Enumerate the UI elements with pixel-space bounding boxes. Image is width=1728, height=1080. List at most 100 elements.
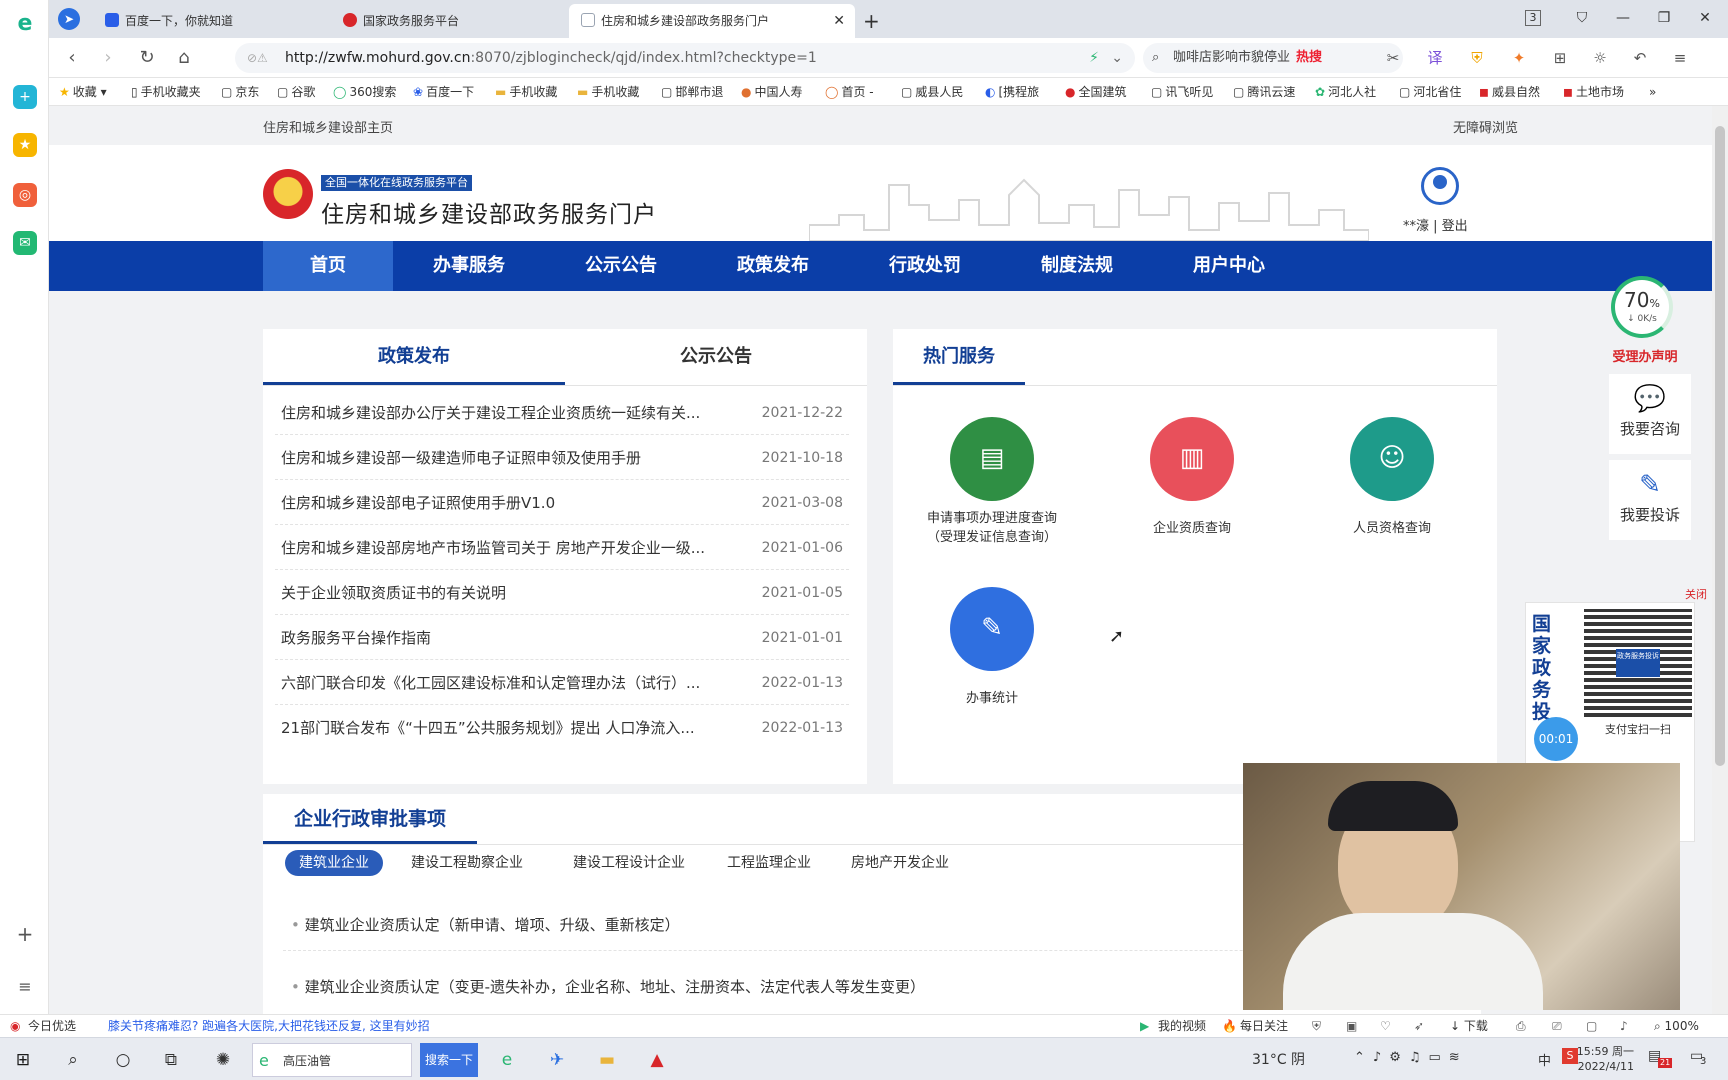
taskbar-search-button[interactable]: 搜索一下 — [420, 1043, 478, 1077]
bookmark-favorites[interactable]: ★ 收藏 ▾ — [59, 78, 107, 106]
weibo-icon[interactable]: ◎ — [13, 183, 37, 207]
shirt-skin-icon[interactable]: ⛉ — [1568, 6, 1596, 30]
bookmark-item[interactable]: ✿ 河北人社 — [1315, 78, 1376, 106]
close-window-icon[interactable]: ✕ — [1691, 6, 1719, 30]
subtab-construction[interactable]: 建筑业企业 — [285, 850, 383, 876]
logout-link[interactable]: 登出 — [1442, 219, 1468, 234]
translate-page-icon[interactable]: ⎚ — [1552, 1015, 1562, 1037]
game-icon[interactable]: ✦ — [1508, 47, 1530, 69]
my-videos[interactable]: 我的视频 — [1158, 1015, 1206, 1037]
minimize-icon[interactable]: — — [1609, 6, 1637, 30]
bookmark-item[interactable]: ◯ 360搜索 — [333, 78, 396, 106]
service-statistics[interactable]: ✎ 办事统计 — [907, 587, 1077, 708]
shield-coin-icon[interactable]: ⛨ — [1466, 47, 1488, 69]
notification-icon[interactable]: ▤ 21 — [1648, 1048, 1673, 1068]
download-link[interactable]: ↓ 下载 — [1450, 1015, 1488, 1037]
bookmark-item[interactable]: ◼ 土地市场 — [1563, 78, 1624, 106]
new-tab-button[interactable]: + — [857, 4, 887, 38]
list-item[interactable]: 住房和城乡建设部办公厅关于建设工程企业资质统一延续有关... 2021-12-22 — [275, 391, 849, 435]
bookmark-item[interactable]: ◯ 首页 - — [825, 78, 874, 106]
bookmark-item[interactable]: ● 中国人寿 — [741, 78, 803, 106]
menu-icon[interactable]: ≡ — [1669, 47, 1691, 69]
ime-icon[interactable]: 中 — [1538, 1050, 1551, 1069]
home-icon[interactable]: ⌂ — [171, 46, 197, 70]
heart-icon[interactable]: ♡ — [1380, 1015, 1391, 1037]
forward-icon[interactable]: › — [95, 46, 121, 70]
subtab-real-estate[interactable]: 房地产开发企业 — [837, 850, 963, 876]
rocket-icon[interactable]: ➶ — [1414, 1015, 1424, 1037]
browser-taskbar-icon[interactable]: e — [494, 1047, 520, 1073]
approval-item[interactable]: 建筑业企业资质认定（新申请、增项、升级、重新核定） — [291, 914, 680, 935]
subtab-supervision[interactable]: 工程监理企业 — [713, 850, 825, 876]
timer-bubble[interactable]: 00:01 — [1534, 717, 1578, 761]
list-item[interactable]: 21部门联合发布《“十四五”公共服务规划》提出 人口净流入... 2022-01-… — [275, 706, 849, 750]
search-input[interactable]: ⌕ 咖啡店影响市貌停业 热搜 — [1143, 43, 1403, 73]
favorites-star-icon[interactable]: ★ — [13, 133, 37, 157]
nav-penalties[interactable]: 行政处罚 — [849, 241, 1001, 291]
username[interactable]: **濠 — [1403, 219, 1429, 234]
translate-icon[interactable]: 译 — [1424, 47, 1446, 69]
nav-user-center[interactable]: 用户中心 — [1153, 241, 1305, 291]
bookmark-item[interactable]: ● 全国建筑 — [1065, 78, 1127, 106]
bookmark-item[interactable]: ▢ 腾讯云速 — [1233, 78, 1295, 106]
nav-regulations[interactable]: 制度法规 — [1001, 241, 1153, 291]
feather-app-icon[interactable]: ✈ — [544, 1047, 570, 1073]
bookmark-item[interactable]: ◐ [携程旅 — [985, 78, 1039, 106]
nav-services[interactable]: 办事服务 — [393, 241, 545, 291]
task-view-icon[interactable]: ⧉ — [158, 1047, 184, 1073]
nav-policy[interactable]: 政策发布 — [697, 241, 849, 291]
today-pick[interactable]: 今日优选 — [28, 1015, 76, 1037]
zoom-level[interactable]: ⌕ 100% — [1654, 1015, 1699, 1037]
volume-icon[interactable]: ♪ — [1620, 1015, 1628, 1037]
scrollbar-thumb[interactable] — [1715, 126, 1725, 766]
list-item[interactable]: 关于企业领取资质证书的有关说明 2021-01-05 — [275, 571, 849, 615]
image-icon[interactable]: ▣ — [1346, 1015, 1357, 1037]
refresh-icon[interactable]: ↻ — [134, 46, 160, 70]
speed-widget[interactable]: 70% ↓ 0K/s 受理办声明 — [1609, 274, 1681, 370]
approval-item[interactable]: 建筑业企业资质认定（变更-遗失补办，企业名称、地址、注册资本、法定代表人等发生变… — [291, 976, 925, 997]
list-item[interactable]: 政务服务平台操作指南 2021-01-01 — [275, 616, 849, 660]
search-icon[interactable]: ⌕ — [60, 1047, 86, 1073]
file-explorer-icon[interactable]: ▬ — [594, 1047, 620, 1073]
tab-count-badge[interactable]: 3 — [1525, 10, 1541, 26]
page-scrollbar[interactable] — [1712, 106, 1728, 1014]
print-icon[interactable]: ⎙ — [1516, 1015, 1526, 1037]
nav-announcements[interactable]: 公示公告 — [545, 241, 697, 291]
tab-mohurd[interactable]: 住房和城乡建设部政务服务门户 ✕ — [569, 4, 855, 38]
list-item[interactable]: 六部门联合印发《化工园区建设标准和认定管理办法（试行）... 2022-01-13 — [275, 661, 849, 705]
bookmark-item[interactable]: ◼ 威县自然 — [1479, 78, 1540, 106]
shield-icon[interactable]: ⛨ — [1312, 1015, 1321, 1037]
tab-public-notice[interactable]: 公示公告 — [565, 329, 867, 385]
tab-baidu[interactable]: 百度一下，你就知道 — [93, 4, 321, 38]
lightning-icon[interactable]: ⚡ — [1089, 43, 1099, 73]
statement-link[interactable]: 受理办声明 — [1603, 346, 1687, 365]
bookmark-item[interactable]: ▢ 邯郸市退 — [661, 78, 723, 106]
site-title[interactable]: 住房和城乡建设部政务服务门户 — [321, 195, 657, 229]
bookmark-item[interactable]: ▯ 手机收藏夹 — [131, 78, 201, 106]
add-sidebar-icon[interactable]: + — [13, 922, 37, 946]
ministry-home-link[interactable]: 住房和城乡建设部主页 — [263, 117, 393, 136]
tray-icons[interactable]: ⌃♪⚙♫▭≋ — [1354, 1050, 1468, 1065]
subtab-design[interactable]: 建设工程设计企业 — [559, 850, 699, 876]
bookmark-item[interactable]: ▬ 手机收藏 — [495, 78, 557, 106]
daily-focus[interactable]: 每日关注 — [1240, 1015, 1288, 1037]
bookmark-item[interactable]: ▢ 京东 — [221, 78, 259, 106]
grid-apps-icon[interactable]: ⊞ — [1549, 47, 1571, 69]
list-menu-icon[interactable]: ≡ — [13, 975, 37, 999]
national-emblem-icon[interactable] — [263, 169, 313, 219]
user-avatar-icon[interactable] — [1421, 167, 1459, 205]
bookmark-item[interactable]: ▢ 河北省住 — [1399, 78, 1461, 106]
brightness-icon[interactable]: ☼ — [1589, 47, 1611, 69]
plugin-icon[interactable]: + — [13, 85, 37, 109]
undo-icon[interactable]: ↶ — [1629, 47, 1651, 69]
back-icon[interactable]: ‹ — [59, 46, 85, 70]
url-field[interactable]: ⊘⚠ http://zwfw.mohurd.gov.cn:8070/zjblog… — [235, 43, 1135, 73]
app-swirl-icon[interactable]: ✺ — [210, 1047, 236, 1073]
mail-icon[interactable]: ✉ — [13, 231, 37, 255]
list-item[interactable]: 住房和城乡建设部电子证照使用手册V1.0 2021-03-08 — [275, 481, 849, 525]
accessibility-link[interactable]: 无障碍浏览 — [1453, 117, 1518, 136]
close-promo-link[interactable]: 关闭 — [1685, 586, 1707, 602]
restore-icon[interactable]: ❐ — [1650, 6, 1678, 30]
service-progress-query[interactable]: ▤ 申请事项办理进度查询 （受理发证信息查询） — [907, 417, 1077, 547]
bookmarks-more[interactable]: » — [1649, 78, 1656, 106]
